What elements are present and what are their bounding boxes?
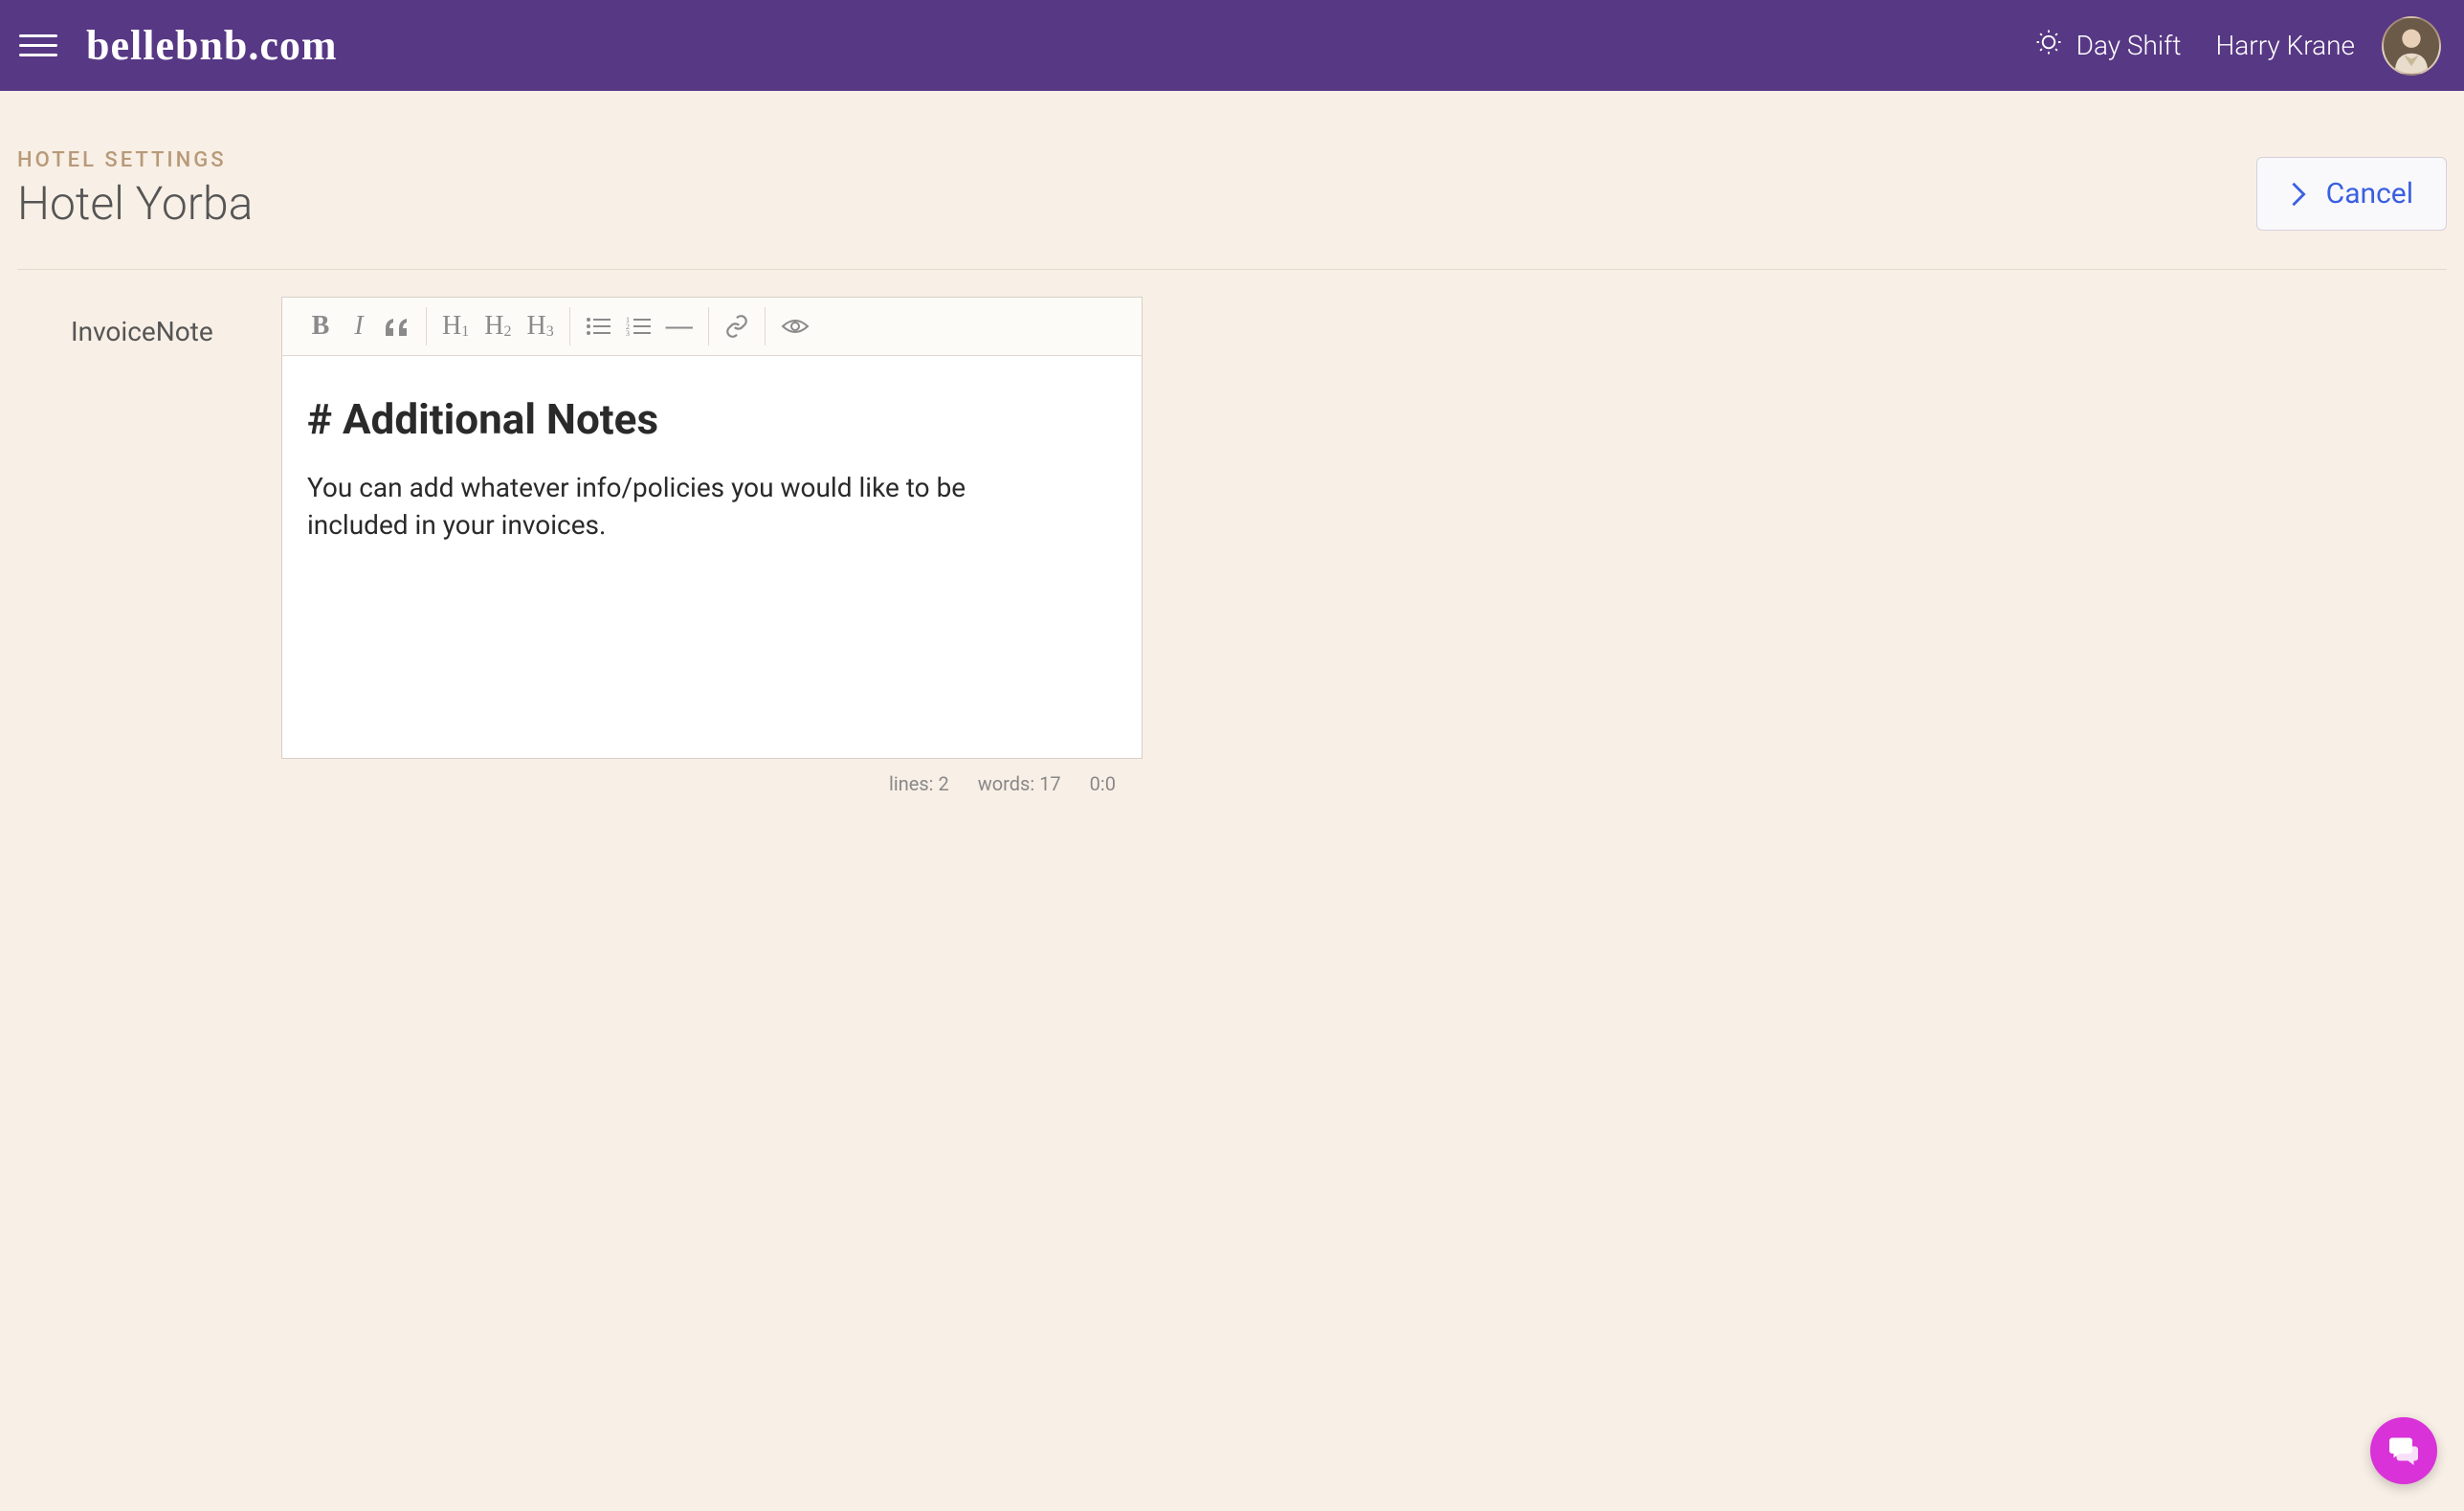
- editor-content[interactable]: # Additional Notes You can add whatever …: [282, 356, 1142, 758]
- app-header: bellebnb.com Day Shift Harry Krane: [0, 0, 2464, 91]
- cancel-label: Cancel: [2326, 177, 2413, 211]
- editor-paragraph-line: You can add whatever info/policies you w…: [307, 469, 1073, 544]
- shift-label: Day Shift: [2076, 30, 2182, 61]
- italic-button[interactable]: I: [347, 311, 370, 342]
- ordered-list-button[interactable]: 1 2 3: [626, 316, 651, 337]
- quote-icon: [386, 317, 411, 336]
- editor-row: InvoiceNote B I H1: [17, 297, 2447, 795]
- avatar[interactable]: [2382, 16, 2441, 76]
- svg-text:3: 3: [626, 329, 630, 337]
- chat-icon: [2386, 1433, 2421, 1468]
- bullet-list-button[interactable]: [586, 316, 610, 337]
- eye-icon: [781, 317, 810, 336]
- status-words: words: 17: [978, 772, 1061, 795]
- cancel-button[interactable]: Cancel: [2256, 157, 2447, 231]
- page-header: HOTEL SETTINGS Hotel Yorba Cancel: [17, 148, 2447, 270]
- menu-icon[interactable]: [19, 27, 57, 65]
- editor-toolbar: B I H1 H2 H3: [282, 298, 1142, 356]
- ordered-list-icon: 1 2 3: [626, 316, 651, 337]
- shift-toggle[interactable]: Day Shift: [2034, 28, 2182, 63]
- page-title: Hotel Yorba: [17, 176, 253, 231]
- field-label: InvoiceNote: [71, 297, 243, 347]
- editor-statusbar: lines: 2 words: 17 0:0: [281, 759, 1143, 795]
- breadcrumb: HOTEL SETTINGS: [17, 148, 253, 172]
- markdown-editor: B I H1 H2 H3: [281, 297, 1143, 759]
- sun-icon: [2034, 28, 2063, 63]
- chat-fab[interactable]: [2370, 1417, 2437, 1484]
- editor-heading-line: # Additional Notes: [307, 394, 1117, 444]
- link-button[interactable]: [724, 314, 749, 339]
- preview-button[interactable]: [781, 317, 810, 336]
- link-icon: [724, 314, 749, 339]
- chevron-right-icon: [2290, 181, 2307, 208]
- status-lines: lines: 2: [889, 772, 949, 795]
- bold-button[interactable]: B: [309, 311, 332, 342]
- quote-button[interactable]: [386, 317, 411, 336]
- app-logo[interactable]: bellebnb.com: [86, 21, 338, 70]
- page-body: HOTEL SETTINGS Hotel Yorba Cancel Invoic…: [0, 91, 2464, 833]
- hr-button[interactable]: —: [666, 311, 693, 342]
- h2-button[interactable]: H2: [484, 311, 511, 342]
- h1-button[interactable]: H1: [442, 311, 469, 342]
- bullet-list-icon: [586, 316, 610, 337]
- user-menu[interactable]: Harry Krane: [2215, 30, 2355, 61]
- h3-button[interactable]: H3: [526, 311, 553, 342]
- status-cursor: 0:0: [1090, 772, 1116, 795]
